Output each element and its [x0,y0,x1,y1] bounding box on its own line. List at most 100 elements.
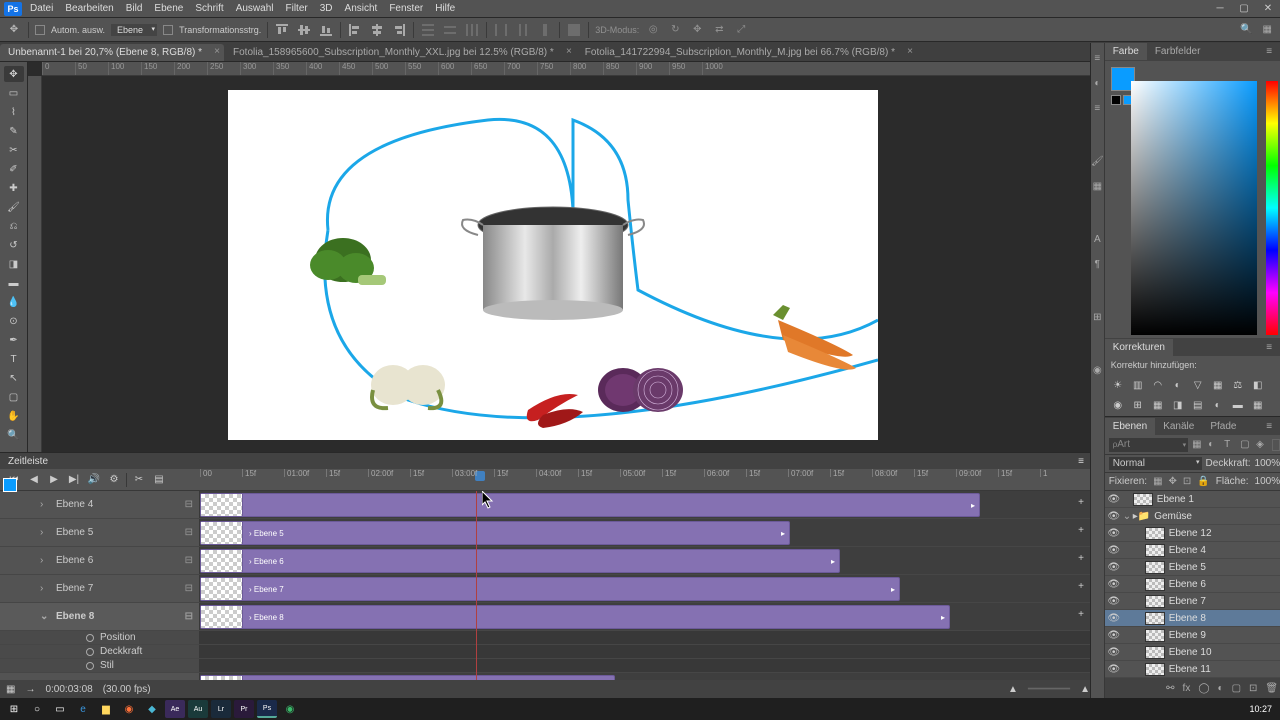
play-icon[interactable]: ▶ [46,472,62,488]
layer-name[interactable]: Ebene 6 [1169,579,1206,590]
timeline-clip[interactable]: › Ebene 8▸ [200,605,950,629]
dist-auto-icon[interactable] [566,22,582,38]
align-right-icon[interactable] [391,22,407,38]
menu-schrift[interactable]: Schrift [195,3,223,14]
collapsed-panel-brushes-icon[interactable]: 🖌 [1091,156,1104,167]
layer-row[interactable]: 👁Ebene 10 [1105,644,1280,661]
3d-pan-icon[interactable]: ✥ [689,22,705,38]
gradient-map-icon[interactable]: ▬ [1231,398,1245,412]
adjustment-layer-icon[interactable]: ◐ [1218,683,1224,694]
premiere-icon[interactable]: Pr [234,700,254,718]
timeline-row[interactable]: ›Ebene 5⊟› Ebene 5▸+ [0,519,1090,547]
threshold-icon[interactable]: ◐ [1211,398,1225,412]
menu-auswahl[interactable]: Auswahl [236,3,274,14]
group-icon[interactable]: ▢ [1232,683,1241,694]
lock-position-icon[interactable]: ✥ [1169,476,1177,487]
track-menu-icon[interactable]: ⊟ [185,555,193,566]
align-left-icon[interactable] [347,22,363,38]
layer-thumbnail[interactable] [1145,527,1165,540]
scissors-icon[interactable]: ✂ [131,472,147,488]
layer-name[interactable]: Ebene 1 [1157,494,1194,505]
3d-slide-icon[interactable]: ⇄ [711,22,727,38]
filter-pixel-icon[interactable]: ▦ [1192,439,1204,450]
track-menu-icon[interactable]: ⊟ [185,611,193,622]
lookup-icon[interactable]: ▦ [1151,398,1165,412]
timeline-row[interactable]: ›Ebene 9⊟› Ebene 9▸+ [0,673,1090,680]
shape-tool[interactable]: ▢ [4,389,24,405]
layer-row[interactable]: 👁Ebene 7 [1105,593,1280,610]
3d-scale-icon[interactable]: ⤢ [733,22,749,38]
track-menu-icon[interactable]: ⊟ [185,527,193,538]
timeline-ruler[interactable]: 0015f01:00f15f02:00f15f03:00f15f04:00f15… [200,469,1090,491]
track-menu-icon[interactable]: ⊟ [185,499,193,510]
heal-tool[interactable]: ✚ [4,180,24,196]
collapsed-panel-properties-icon[interactable]: ◐ [1094,78,1100,89]
layer-row[interactable]: 👁⌄▸📁Gemüse [1105,508,1280,525]
collapsed-panel-clone-icon[interactable]: ▦ [1093,181,1102,192]
layer-filter-dropdown[interactable]: ρ Art [1109,438,1188,452]
settings-icon[interactable]: ⚙ [106,472,122,488]
collapsed-panel-learn-icon[interactable]: ◉ [1093,365,1102,376]
layer-row[interactable]: 👁Ebene 8 [1105,610,1280,627]
layer-thumbnail[interactable] [1145,646,1165,659]
window-restore-icon[interactable]: ▢ [1232,0,1256,18]
after-effects-icon[interactable]: Ae [165,700,185,718]
audio-icon[interactable]: 🔊 [86,472,102,488]
tab-farbfelder[interactable]: Farbfelder [1147,43,1209,60]
move-tool[interactable]: ✥ [4,66,24,82]
layer-name[interactable]: Ebene 9 [1169,630,1206,641]
timeline-clip[interactable]: › Ebene 5▸ [200,521,790,545]
align-bottom-icon[interactable] [318,22,334,38]
app-icon-1[interactable]: ◆ [142,700,162,718]
marquee-tool[interactable]: ▭ [4,85,24,101]
pen-tool[interactable]: ✒ [4,332,24,348]
lock-pixels-icon[interactable]: ▦ [1153,476,1162,487]
timeline-property-row[interactable]: Deckkraft [0,645,1090,659]
start-button[interactable]: ⊞ [4,700,24,718]
menu-fenster[interactable]: Fenster [389,3,423,14]
channelmixer-icon[interactable]: ⊞ [1131,398,1145,412]
menu-hilfe[interactable]: Hilfe [435,3,455,14]
panel-menu-icon[interactable]: ≡ [1258,339,1280,356]
layer-row[interactable]: 👁Ebene 5 [1105,559,1280,576]
next-frame-icon[interactable]: ▶| [66,472,82,488]
layer-thumbnail[interactable] [1145,595,1165,608]
menu-filter[interactable]: Filter [286,3,308,14]
brush-tool[interactable]: 🖌 [4,199,24,215]
timeline-clip[interactable]: › Ebene 9▸ [200,675,615,680]
close-icon[interactable]: × [566,46,572,57]
expand-icon[interactable]: ⌄ [1123,511,1133,522]
levels-icon[interactable]: ▥ [1131,378,1145,392]
3d-orbit-icon[interactable]: ◎ [645,22,661,38]
dist-2-icon[interactable] [442,22,458,38]
timeline-property-row[interactable]: Position [0,631,1090,645]
opacity-value[interactable]: 100% [1255,458,1280,469]
visibility-icon[interactable]: 👁 [1105,494,1123,505]
timeline-row[interactable]: ›Ebene 7⊟› Ebene 7▸+ [0,575,1090,603]
zoom-in-icon[interactable]: ▲ [1080,684,1090,695]
app-icon-2[interactable]: ◉ [280,700,300,718]
tab-pfade[interactable]: Pfade [1202,418,1244,435]
stamp-tool[interactable]: ⎌ [4,218,24,234]
panel-menu-icon[interactable]: ≡ [1258,418,1280,435]
timeline-clip[interactable]: › Ebene 7▸ [200,577,900,601]
close-icon[interactable]: × [907,46,913,57]
photofilter-icon[interactable]: ◉ [1111,398,1125,412]
photoshop-icon[interactable]: Ps [257,700,277,718]
layer-thumbnail[interactable] [1145,578,1165,591]
visibility-icon[interactable]: 👁 [1105,596,1123,607]
layer-thumbnail[interactable] [1145,663,1165,676]
visibility-icon[interactable]: 👁 [1105,528,1123,539]
layer-name[interactable]: Gemüse [1154,511,1192,522]
brightness-icon[interactable]: ☀ [1111,378,1125,392]
zoom-tool[interactable]: 🔍 [4,427,24,443]
layer-row[interactable]: 👁Ebene 4 [1105,542,1280,559]
collapsed-panel-character-icon[interactable]: A [1094,234,1101,245]
document-canvas[interactable] [228,90,878,440]
layer-row[interactable]: 👁Ebene 6 [1105,576,1280,593]
visibility-icon[interactable]: 👁 [1105,630,1123,641]
layer-thumbnail[interactable] [1145,629,1165,642]
add-keyframe-icon[interactable]: + [1078,497,1084,508]
tab-ebenen[interactable]: Ebenen [1105,418,1155,435]
3d-roll-icon[interactable]: ↻ [667,22,683,38]
